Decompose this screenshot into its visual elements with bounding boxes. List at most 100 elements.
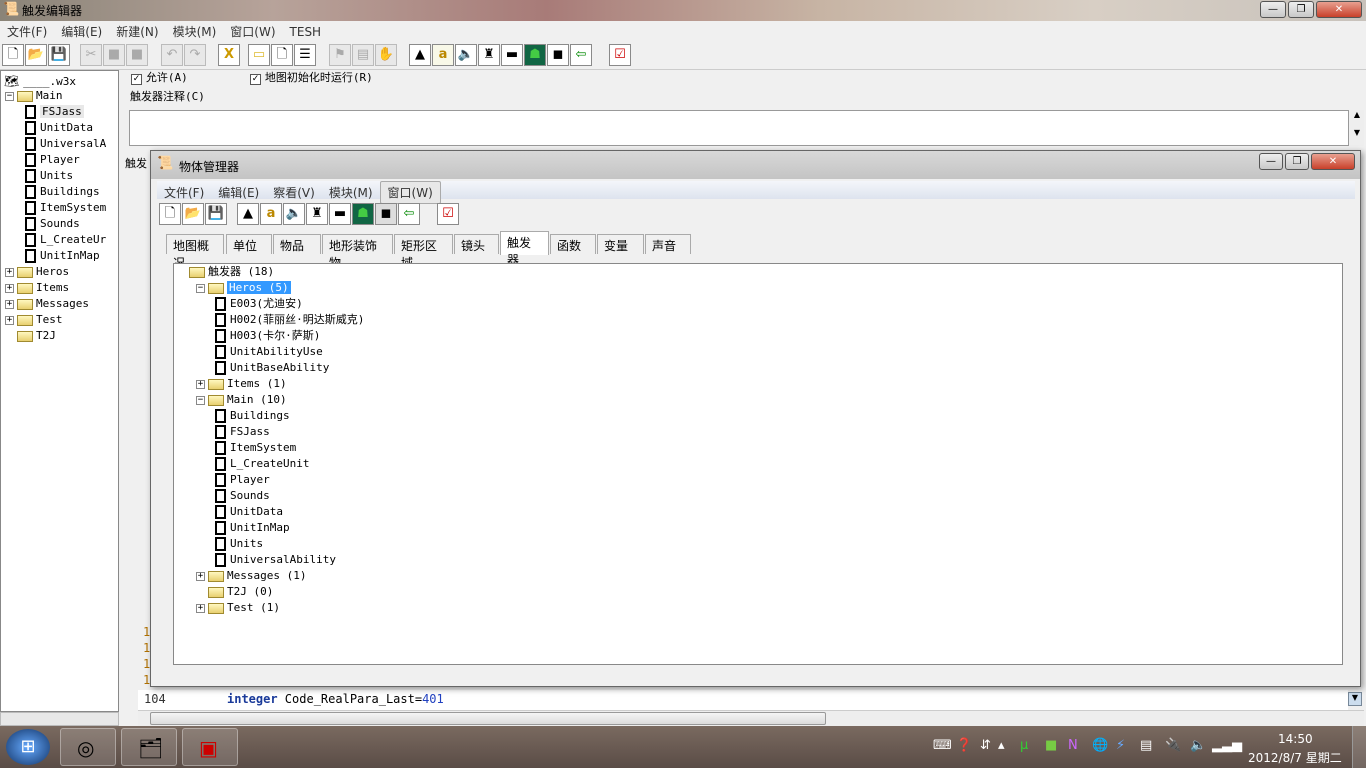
tab-9[interactable]: 声音	[645, 234, 691, 254]
evernote-icon[interactable]: ■	[1045, 738, 1057, 753]
tab-3[interactable]: 地形装饰物	[322, 234, 393, 270]
tree-item[interactable]: Units	[25, 168, 73, 184]
delete-x-icon[interactable]: X	[218, 44, 240, 66]
maximize-button[interactable]: ❐	[1288, 1, 1314, 18]
tree-item[interactable]: Buildings	[25, 184, 100, 200]
code-editor[interactable]: 104 integer Code_RealPara_Last=401	[138, 690, 1348, 710]
tab-2[interactable]: 物品	[273, 234, 321, 254]
list-icon[interactable]: ▤	[1140, 738, 1152, 753]
flag-icon[interactable]: ⚑	[329, 44, 351, 66]
tree-folder[interactable]: − Main (10)	[196, 392, 287, 408]
om-ai-icon[interactable]: ☗	[352, 203, 374, 225]
expand-icon[interactable]: +	[5, 315, 14, 325]
hand-icon[interactable]: ✋	[375, 44, 397, 66]
tree-item[interactable]: H002(菲丽丝·明达斯威克)	[215, 312, 364, 328]
left-horizontal-scrollbar[interactable]	[0, 712, 119, 726]
tree-folder[interactable]: + Messages	[5, 296, 89, 312]
campaign-editor-icon[interactable]: ▬	[501, 44, 523, 66]
tab-5[interactable]: 镜头	[454, 234, 499, 254]
tree-item[interactable]: UnitInMap	[25, 248, 100, 264]
onenote-icon[interactable]: N	[1068, 738, 1078, 753]
om-menu-window[interactable]: 窗口(W)	[379, 181, 441, 204]
keyboard-icon[interactable]: ⌨	[933, 738, 952, 753]
show-hidden-icons[interactable]: ▴	[998, 738, 1005, 753]
tree-item[interactable]: H003(卡尔·萨斯)	[215, 328, 320, 344]
om-menu-edit[interactable]: 编辑(E)	[211, 182, 266, 203]
tree-item[interactable]: UniversalAbility	[215, 552, 336, 568]
import-manager-icon[interactable]: ⇦	[570, 44, 592, 66]
collapse-icon[interactable]: −	[196, 283, 205, 293]
om-open-icon[interactable]: 📂	[182, 203, 204, 225]
signal-icon[interactable]: ▂▃▅	[1212, 738, 1242, 753]
object-manager-icon[interactable]: ◼	[547, 44, 569, 66]
utorrent-icon[interactable]: µ	[1020, 738, 1028, 753]
new-category-icon[interactable]: ▭	[248, 44, 270, 66]
om-maximize-button[interactable]: ❐	[1285, 153, 1309, 170]
menu-module[interactable]: 模块(M)	[166, 21, 224, 42]
clock-time[interactable]: 14:50	[1278, 732, 1313, 746]
tree-item[interactable]: UnitBaseAbility	[215, 360, 329, 376]
tree-folder[interactable]: + Items (1)	[196, 376, 287, 392]
tree-folder[interactable]: + Heros	[5, 264, 69, 280]
collapse-icon[interactable]: −	[5, 91, 14, 101]
redo-icon[interactable]: ↷	[184, 44, 206, 66]
clock-date[interactable]: 2012/8/7 星期二	[1248, 749, 1342, 766]
tree-item[interactable]: UnitInMap	[215, 520, 290, 536]
om-menu-module[interactable]: 模块(M)	[322, 182, 380, 203]
expand-icon[interactable]: +	[196, 603, 205, 613]
save-icon[interactable]: 💾	[48, 44, 70, 66]
tree-folder[interactable]: + Items	[5, 280, 69, 296]
tree-item[interactable]: UnitAbilityUse	[215, 344, 323, 360]
tree-item[interactable]: Player	[25, 152, 80, 168]
om-menu-file[interactable]: 文件(F)	[157, 182, 211, 203]
om-object-icon[interactable]: ♜	[306, 203, 328, 225]
cut-icon[interactable]: ✂	[80, 44, 102, 66]
copy-trigger-icon[interactable]: ▤	[352, 44, 374, 66]
om-terrain-icon[interactable]: ▲	[237, 203, 259, 225]
tree-folder[interactable]: + Test (1)	[196, 600, 280, 616]
map-root[interactable]: 🗺 ____.w3x	[4, 73, 76, 89]
menu-tesh[interactable]: TESH	[283, 23, 329, 41]
new-icon[interactable]: 🗋	[2, 44, 24, 66]
tree-folder[interactable]: +触发器 (18)	[177, 264, 274, 280]
om-sound-icon[interactable]: 🔈	[283, 203, 305, 225]
tree-folder[interactable]: +T2J (0)	[196, 584, 273, 600]
om-object-manager-icon[interactable]: ◼	[375, 203, 397, 225]
scrollbar-thumb[interactable]	[150, 712, 826, 725]
test-map-icon[interactable]: ☑	[609, 44, 631, 66]
tree-folder[interactable]: +T2J	[5, 328, 56, 344]
close-button[interactable]: ✕	[1316, 1, 1362, 18]
network-globe-icon[interactable]: 🌐	[1092, 738, 1108, 753]
object-tree[interactable]: +触发器 (18)−Heros (5)E003(尤迪安)H002(菲丽丝·明达斯…	[173, 263, 1343, 665]
tree-folder[interactable]: − Heros (5)	[196, 280, 291, 296]
expand-icon[interactable]: +	[5, 283, 14, 293]
tree-item[interactable]: Sounds	[215, 488, 270, 504]
ai-editor-icon[interactable]: ☗	[524, 44, 546, 66]
om-new-icon[interactable]: 🗋	[159, 203, 181, 225]
om-menu-view[interactable]: 察看(V)	[266, 182, 322, 203]
tree-folder[interactable]: + Messages (1)	[196, 568, 306, 584]
start-button[interactable]: ⊞	[6, 729, 50, 765]
tree-item[interactable]: Player	[215, 472, 270, 488]
undo-icon[interactable]: ↶	[161, 44, 183, 66]
expand-icon[interactable]: +	[5, 299, 14, 309]
tree-item[interactable]: FSJass	[25, 104, 84, 120]
new-event-icon[interactable]: ☰	[294, 44, 316, 66]
taskbar-chrome[interactable]: ◎	[60, 728, 116, 766]
tab-8[interactable]: 变量	[597, 234, 644, 254]
menu-new[interactable]: 新建(N)	[109, 21, 165, 42]
help-icon[interactable]: ❓	[956, 738, 972, 753]
expand-icon[interactable]: +	[5, 267, 14, 277]
tab-4[interactable]: 矩形区域	[394, 234, 453, 270]
tab-1[interactable]: 单位	[226, 234, 272, 254]
menu-window[interactable]: 窗口(W)	[223, 21, 282, 42]
taskbar-explorer[interactable]: 🗂	[121, 728, 177, 766]
tree-item[interactable]: UnitData	[215, 504, 283, 520]
tree-item[interactable]: Sounds	[25, 216, 80, 232]
power-icon[interactable]: 🔌	[1165, 738, 1181, 753]
menu-edit[interactable]: 编辑(E)	[54, 21, 109, 42]
trigger-tree[interactable]: 🗺 ____.w3x − Main FSJass UnitData UniversalA…	[0, 70, 119, 712]
tree-item[interactable]: L_CreateUnit	[215, 456, 309, 472]
tree-item[interactable]: UnitData	[25, 120, 93, 136]
code-horizontal-scrollbar[interactable]	[138, 710, 1364, 726]
